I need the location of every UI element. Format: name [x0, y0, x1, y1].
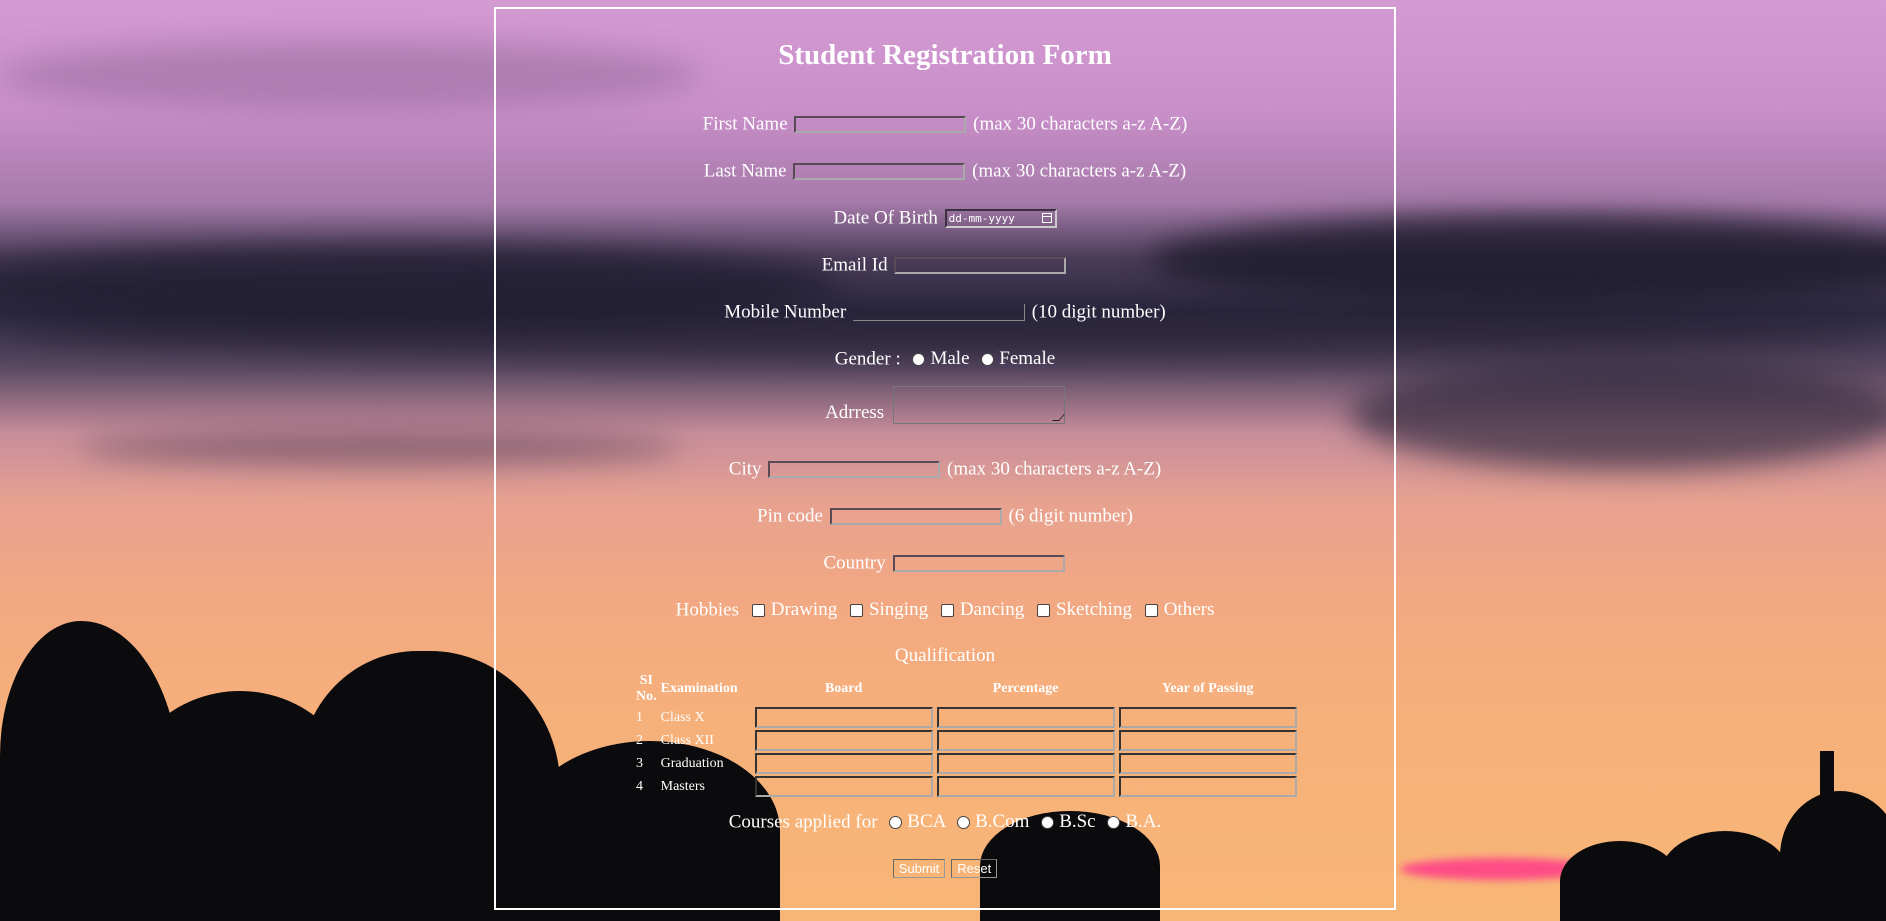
percentage-input[interactable] — [936, 753, 1115, 774]
hobby-sketching-checkbox[interactable] — [1036, 604, 1050, 618]
courses-label: Courses applied for — [728, 811, 878, 833]
qualification-header-row: SI No. Examination Board Percentage Year… — [635, 673, 1298, 705]
row-sno: 3 — [636, 755, 643, 771]
year-input[interactable] — [1118, 707, 1297, 728]
row-exam: Class XII — [660, 732, 714, 748]
hobby-sketching-label: Sketching — [1055, 599, 1132, 620]
city-row: City (max 30 characters a-z A-Z) — [496, 458, 1394, 481]
year-input[interactable] — [1118, 753, 1297, 774]
first-name-hint: (max 30 characters a-z A-Z) — [973, 113, 1188, 135]
year-input[interactable] — [1118, 730, 1297, 751]
col-header-examination: Examination — [660, 681, 738, 696]
first-name-row: First Name (max 30 characters a-z A-Z) — [496, 113, 1394, 136]
percentage-input[interactable] — [936, 730, 1115, 751]
first-name-input[interactable] — [794, 116, 967, 134]
qualification-table: SI No. Examination Board Percentage Year… — [633, 671, 1300, 799]
hobbies-row: Hobbies Drawing Singing Dancing Sketchin… — [496, 599, 1394, 622]
address-row: Adrress — [496, 386, 1394, 424]
gender-male-radio[interactable] — [912, 353, 926, 367]
city-hint: (max 30 characters a-z A-Z) — [947, 458, 1162, 480]
qualification-title: Qualification — [894, 645, 996, 666]
board-input[interactable] — [754, 776, 933, 797]
city-input[interactable] — [768, 461, 941, 479]
dob-input[interactable]: dd-mm-yyyy — [944, 209, 1057, 229]
percentage-input[interactable] — [936, 776, 1115, 797]
dob-label: Date Of Birth — [833, 207, 938, 229]
hobby-singing-label: Singing — [868, 599, 929, 620]
col-header-percentage: Percentage — [992, 681, 1059, 696]
table-row: 2 Class XII — [635, 730, 1298, 751]
submit-button[interactable]: Submit — [892, 859, 946, 878]
form-actions: Submit Reset — [496, 859, 1394, 878]
course-bsc-label: B.Sc — [1059, 811, 1096, 832]
registration-form: Student Registration Form First Name (ma… — [494, 7, 1396, 910]
email-input[interactable] — [894, 257, 1067, 275]
year-input[interactable] — [1118, 776, 1297, 797]
gender-row: Gender : Male Female — [496, 348, 1394, 371]
last-name-hint: (max 30 characters a-z A-Z) — [972, 160, 1187, 182]
last-name-label: Last Name — [703, 160, 787, 182]
mobile-hint: (10 digit number) — [1031, 301, 1166, 323]
row-exam: Masters — [660, 778, 705, 794]
country-input[interactable] — [892, 555, 1065, 573]
course-ba-radio[interactable] — [1107, 816, 1121, 830]
col-header-year: Year of Passing — [1161, 681, 1254, 696]
pincode-row: Pin code (6 digit number) — [496, 505, 1394, 528]
dob-placeholder: dd-mm-yyyy — [948, 212, 1015, 226]
calendar-icon[interactable] — [1041, 213, 1052, 224]
last-name-input[interactable] — [793, 163, 966, 181]
email-label: Email Id — [821, 254, 888, 276]
course-ba-label: B.A. — [1125, 811, 1162, 832]
courses-row: Courses applied for BCA B.Com B.Sc B.A. — [496, 811, 1394, 834]
last-name-row: Last Name (max 30 characters a-z A-Z) — [496, 160, 1394, 183]
mobile-label: Mobile Number — [724, 301, 847, 323]
row-exam: Graduation — [660, 755, 724, 771]
email-row: Email Id — [496, 254, 1394, 277]
hobby-dancing-label: Dancing — [959, 599, 1025, 620]
table-row: 3 Graduation — [635, 753, 1298, 774]
gender-male-label: Male — [930, 348, 970, 369]
course-bca-radio[interactable] — [889, 816, 903, 830]
row-sno: 2 — [636, 732, 643, 748]
board-input[interactable] — [754, 753, 933, 774]
row-sno: 1 — [636, 709, 643, 725]
table-row: 1 Class X — [635, 707, 1298, 728]
course-bsc-radio[interactable] — [1041, 816, 1055, 830]
board-input[interactable] — [754, 707, 933, 728]
form-title: Student Registration Form — [778, 39, 1112, 71]
country-label: Country — [823, 552, 886, 574]
board-input[interactable] — [754, 730, 933, 751]
hobby-drawing-checkbox[interactable] — [751, 604, 765, 618]
address-label: Adrress — [825, 402, 885, 423]
dob-row: Date Of Birth dd-mm-yyyy — [496, 207, 1394, 230]
row-sno: 4 — [636, 778, 643, 794]
table-row: 4 Masters — [635, 776, 1298, 797]
mobile-row: Mobile Number (10 digit number) — [496, 301, 1394, 324]
gender-female-label: Female — [999, 348, 1056, 369]
country-row: Country — [496, 552, 1394, 575]
gender-female-radio[interactable] — [981, 353, 995, 367]
course-bcom-radio[interactable] — [957, 816, 971, 830]
row-exam: Class X — [660, 709, 705, 725]
course-bcom-label: B.Com — [975, 811, 1030, 832]
hobby-singing-checkbox[interactable] — [849, 604, 863, 618]
reset-button[interactable]: Reset — [951, 859, 998, 878]
hobby-others-checkbox[interactable] — [1144, 604, 1158, 618]
hobby-others-label: Others — [1163, 599, 1215, 620]
col-header-sno: SI No. — [636, 673, 657, 704]
hobbies-label: Hobbies — [675, 599, 739, 621]
pincode-hint: (6 digit number) — [1008, 505, 1133, 527]
address-textarea[interactable] — [892, 386, 1065, 424]
hobby-dancing-checkbox[interactable] — [940, 604, 954, 618]
pincode-input[interactable] — [829, 508, 1002, 526]
mobile-input[interactable] — [852, 304, 1025, 322]
course-bca-label: BCA — [907, 811, 946, 832]
col-header-board: Board — [824, 681, 863, 696]
first-name-label: First Name — [702, 113, 788, 135]
city-label: City — [728, 458, 762, 480]
percentage-input[interactable] — [936, 707, 1115, 728]
hobby-drawing-label: Drawing — [770, 599, 838, 620]
pincode-label: Pin code — [757, 505, 823, 527]
gender-label: Gender : — [834, 348, 901, 370]
